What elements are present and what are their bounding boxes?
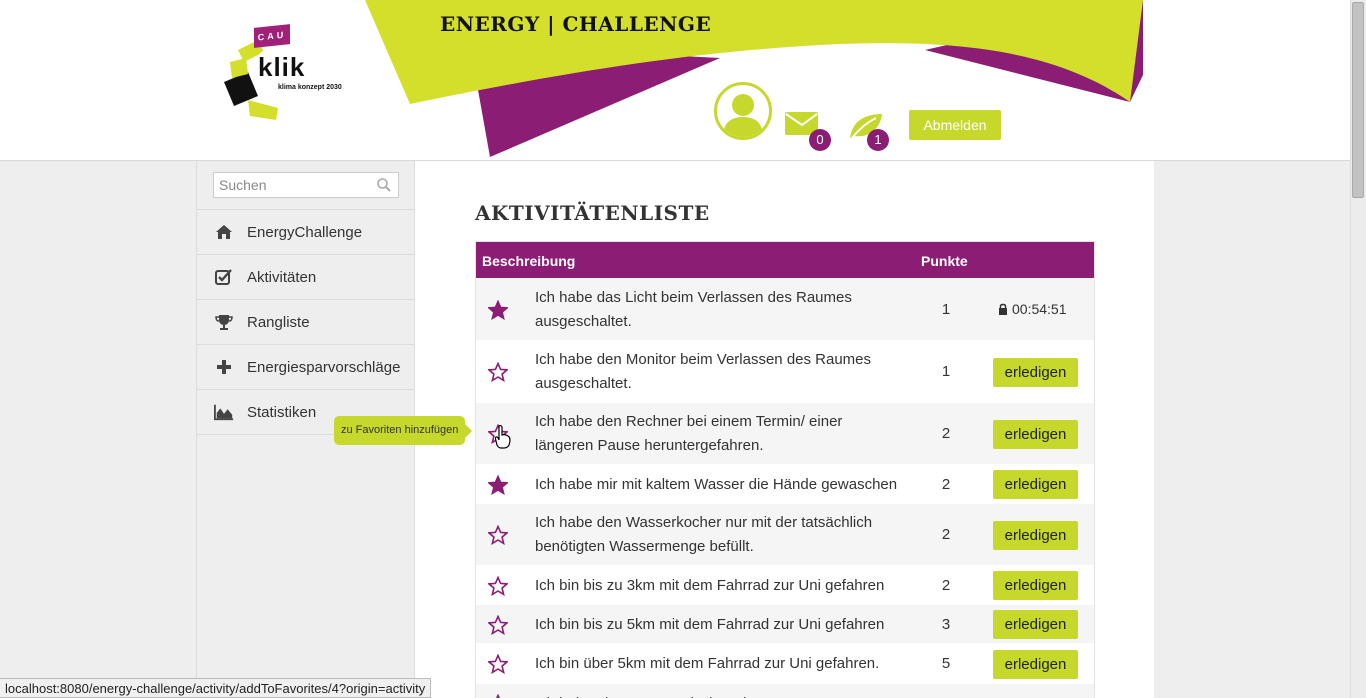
activity-description: Ich habe mir mit kaltem Wasser die Hände… — [535, 473, 910, 497]
sidebar-item-rangliste[interactable]: Rangliste — [197, 300, 415, 345]
column-header-description: Beschreibung — [482, 253, 576, 269]
sidebar-item-energychallenge[interactable]: EnergyChallenge — [197, 210, 415, 255]
table-row: Ich bin bis zu 3km mit dem Fahrrad zur U… — [476, 565, 1094, 604]
activity-points: 3 — [941, 615, 951, 633]
lock-icon — [999, 303, 1007, 315]
table-header: Beschreibung Punkte — [476, 242, 1094, 278]
erledigen-button[interactable]: erledigen — [993, 649, 1078, 679]
klik-logo[interactable]: CAU klik klima konzept 2030 — [220, 22, 360, 122]
erledigen-button[interactable]: erledigen — [993, 470, 1078, 499]
activity-description: Ich bin bis zu 5km mit dem Fahrrad zur U… — [535, 613, 910, 637]
star-outline-icon[interactable] — [488, 525, 508, 545]
star-outline-icon[interactable] — [488, 694, 508, 698]
column-header-points: Punkte — [921, 253, 968, 269]
star-outline-icon[interactable] — [488, 362, 508, 382]
erledigen-button[interactable]: erledigen — [993, 419, 1078, 449]
sidebar-item-label: Rangliste — [247, 313, 310, 331]
table-row: Ich bin bis zu 5km mit dem Fahrrad zur U… — [476, 604, 1094, 643]
messages-badge: 0 — [809, 129, 831, 151]
description-line: benötigten Wassermenge befüllt. — [535, 538, 754, 555]
logo-subtitle: klima konzept 2030 — [278, 84, 342, 91]
sidebar-item-label: EnergyChallenge — [247, 223, 363, 241]
erledigen-button[interactable]: erledigen — [993, 520, 1078, 550]
table-row: Ich bin über 5km mit dem Fahrrad zur Uni… — [476, 643, 1094, 683]
star-filled-icon[interactable] — [488, 474, 508, 495]
activity-description: Ich habe einen Weg zwischen den — [535, 692, 910, 698]
sidebar-menu: EnergyChallenge Aktivitäten Rangliste En… — [197, 209, 415, 435]
checkbox-icon — [214, 267, 234, 287]
description-line: Ich habe den Monitor beim Verlassen des … — [535, 351, 872, 368]
plus-icon — [214, 357, 234, 377]
table-row: Ich habe mir mit kaltem Wasser die Hände… — [476, 464, 1094, 503]
table-row: Ich habe den Monitor beim Verlassen des … — [476, 340, 1094, 402]
trophy-icon — [214, 312, 234, 332]
star-outline-icon[interactable] — [488, 614, 508, 635]
activity-description: Ich bin bis zu 3km mit dem Fahrrad zur U… — [535, 574, 910, 598]
erledigen-button[interactable]: erledigen — [993, 357, 1078, 387]
description-line: ausgeschaltet. — [535, 375, 632, 392]
table-body: Ich habe das Licht beim Verlassen des Ra… — [476, 278, 1094, 698]
activity-points: 5 — [941, 655, 951, 672]
activity-points: 2 — [941, 475, 951, 493]
activity-points: 2 — [941, 526, 951, 543]
table-row: Ich habe einen Weg zwischen den — [476, 683, 1094, 698]
activity-description: Ich habe den Monitor beim Verlassen des … — [535, 348, 910, 396]
hand-cursor-icon — [495, 425, 511, 449]
erledigen-button[interactable]: erledigen — [993, 571, 1078, 600]
description-line: Ich habe den Rechner bei einem Termin/ e… — [535, 413, 843, 430]
page-title: AKTIVITÄTENLISTE — [475, 201, 710, 225]
home-icon — [214, 222, 234, 242]
scrollbar-thumb[interactable] — [1352, 2, 1364, 198]
activity-description: Ich habe den Rechner bei einem Termin/ e… — [535, 410, 910, 458]
favorite-tooltip: zu Favoriten hinzufügen — [334, 416, 473, 445]
table-row: Ich habe den Rechner bei einem Termin/ e… — [476, 402, 1094, 464]
description-line: Ich habe den Wasserkocher nur mit der ta… — [535, 514, 873, 531]
search-icon[interactable] — [377, 178, 391, 192]
activity-description: Ich habe den Wasserkocher nur mit der ta… — [535, 511, 910, 559]
star-outline-icon[interactable] — [488, 654, 508, 674]
activity-table: Beschreibung Punkte Ich habe das Licht b… — [475, 241, 1095, 698]
description-line: Ich bin bis zu 3km mit dem Fahrrad zur U… — [535, 576, 885, 594]
activity-description: Ich bin über 5km mit dem Fahrrad zur Uni… — [535, 652, 910, 676]
description-line: Ich habe das Licht beim Verlassen des Ra… — [535, 289, 852, 306]
activity-points: 1 — [941, 363, 951, 380]
header: ENERGY | CHALLENGE CAU klik klima konzep… — [0, 0, 1350, 161]
activity-points: 2 — [941, 425, 951, 442]
table-row: Ich habe das Licht beim Verlassen des Ra… — [476, 278, 1094, 340]
area-chart-icon — [214, 402, 234, 422]
activity-points: 2 — [941, 576, 951, 594]
sidebar-item-aktivitaeten[interactable]: Aktivitäten — [197, 255, 415, 300]
star-filled-icon[interactable] — [488, 300, 508, 320]
sidebar-item-label: Energiesparvorschläge — [247, 358, 401, 376]
table-row: Ich habe den Wasserkocher nur mit der ta… — [476, 503, 1094, 565]
timer-value: 00:54:51 — [1012, 301, 1067, 317]
sidebar-item-energiesparvorschlaege[interactable]: Energiesparvorschläge — [197, 345, 415, 390]
activity-badge: 1 — [867, 129, 889, 151]
search-input[interactable] — [214, 173, 364, 197]
description-line: ausgeschaltet. — [535, 313, 632, 330]
erledigen-button[interactable]: erledigen — [993, 610, 1078, 639]
main-content: AKTIVITÄTENLISTE Beschreibung Punkte Ich… — [415, 161, 1154, 698]
lock-timer: 00:54:51 — [998, 301, 1067, 317]
activity-points: 1 — [941, 301, 951, 318]
activity-description: Ich habe das Licht beim Verlassen des Ra… — [535, 286, 910, 334]
search-box — [213, 172, 399, 198]
logo-klik: klik — [258, 52, 306, 82]
sidebar-item-label: Statistiken — [247, 403, 317, 421]
app-title: ENERGY | CHALLENGE — [440, 12, 712, 36]
sidebar-item-label: Aktivitäten — [247, 268, 317, 286]
description-line: Ich bin bis zu 5km mit dem Fahrrad zur U… — [535, 615, 885, 633]
logout-button[interactable]: Abmelden — [909, 110, 1001, 140]
description-line: Ich bin über 5km mit dem Fahrrad zur Uni… — [535, 655, 880, 672]
description-line: Ich habe einen Weg zwischen den — [535, 692, 910, 698]
logo-cau: CAU — [254, 24, 290, 48]
description-line: längeren Pause heruntergefahren. — [535, 437, 764, 454]
status-bar-url: localhost:8080/energy-challenge/activity… — [0, 678, 432, 698]
user-avatar-icon[interactable] — [714, 82, 772, 140]
star-outline-icon[interactable] — [488, 575, 508, 596]
description-line: Ich habe mir mit kaltem Wasser die Hände… — [535, 475, 898, 493]
